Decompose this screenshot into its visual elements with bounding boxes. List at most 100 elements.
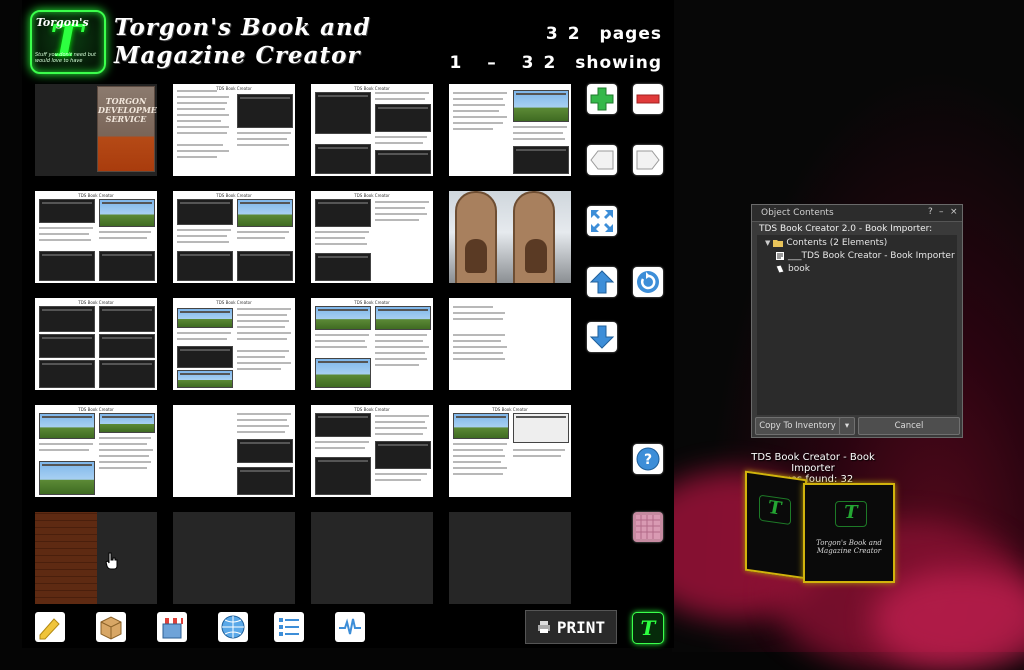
expand-button[interactable] xyxy=(587,206,617,236)
page-thumbnail[interactable]: TDS Book Creator xyxy=(35,405,157,497)
page-thumbnail[interactable]: TDS Book Creator xyxy=(311,84,433,176)
cube-logo: T xyxy=(759,494,791,526)
page-thumbnail[interactable] xyxy=(449,84,571,176)
pencil-icon xyxy=(39,618,60,640)
page-slot-texture[interactable] xyxy=(35,512,157,604)
page-thumbnail-cover[interactable]: TORGON DEVELOPMENT SERVICE xyxy=(35,84,157,176)
page-header: TDS Book Creator xyxy=(354,86,390,91)
dialog-titlebar[interactable]: Object Contents ? – × xyxy=(752,205,962,222)
refresh-button[interactable] xyxy=(633,267,663,297)
pulse-icon xyxy=(339,618,361,635)
print-label: PRINT xyxy=(556,617,606,637)
chevron-down-icon: ▾ xyxy=(844,421,850,431)
cube-title-text: Torgon's Book and Magazine Creator xyxy=(816,539,882,555)
page-thumbnail-photo[interactable] xyxy=(449,191,571,283)
list-icon xyxy=(279,618,299,636)
remove-page-button[interactable] xyxy=(633,84,663,114)
pages-count: 32 xyxy=(545,24,590,44)
question-icon: ? xyxy=(636,447,660,471)
svg-text:?: ? xyxy=(644,452,652,468)
printer-icon xyxy=(537,621,550,633)
page-thumbnail[interactable] xyxy=(173,405,295,497)
book-importer-object[interactable]: T T Torgon's Book and Magazine Creator xyxy=(745,470,895,583)
object-contents-dialog: Object Contents ? – × TDS Book Creator 2… xyxy=(751,204,963,438)
cancel-button[interactable]: Cancel xyxy=(858,417,960,435)
texture-icon xyxy=(636,515,660,539)
activity-button[interactable] xyxy=(335,612,365,642)
content-item-label: ___TDS Book Creator - Book Importer xyxy=(788,251,955,261)
copy-options-dropdown[interactable]: ▾ xyxy=(839,417,855,435)
note-button[interactable] xyxy=(35,612,65,642)
page-thumbnail[interactable] xyxy=(449,298,571,390)
torgon-mini-logo[interactable]: T xyxy=(632,612,664,644)
page-thumbnail[interactable]: TDS Book Creator xyxy=(35,191,157,283)
previous-page-button[interactable] xyxy=(587,145,617,175)
dialog-title: Object Contents xyxy=(761,208,834,218)
minus-icon xyxy=(636,94,660,104)
page-header: TDS Book Creator xyxy=(216,300,252,305)
texture-button[interactable] xyxy=(633,512,663,542)
cube-front-face: T Torgon's Book and Magazine Creator xyxy=(803,483,895,583)
page-slot-empty[interactable] xyxy=(311,512,433,604)
page-thumbnail[interactable]: TDS Book Creator xyxy=(173,298,295,390)
page-thumbnail[interactable]: TDS Book Creator xyxy=(173,191,295,283)
notecard-icon xyxy=(775,264,785,274)
object-name: TDS Book Creator 2.0 - Book Importer: xyxy=(759,224,933,234)
arrow-up-icon xyxy=(589,270,615,294)
logo-tagline: Stuff you don't need but would love to h… xyxy=(35,52,96,64)
page-header: TDS Book Creator xyxy=(78,407,114,412)
content-item[interactable]: ___TDS Book Creator - Book Importer xyxy=(775,250,955,262)
add-page-button[interactable] xyxy=(587,84,617,114)
arrow-left-icon xyxy=(590,150,614,170)
folder-label: Contents (2 Elements) xyxy=(786,238,888,248)
page-header: TDS Book Creator xyxy=(78,300,114,305)
print-button[interactable]: PRINT xyxy=(525,610,617,644)
store-icon xyxy=(161,618,183,639)
box-button[interactable] xyxy=(96,612,126,642)
move-up-button[interactable] xyxy=(587,267,617,297)
web-button[interactable] xyxy=(218,612,248,642)
page-header: TDS Book Creator xyxy=(78,193,114,198)
help-icon[interactable]: ? xyxy=(928,207,933,217)
page-counter: 32 pages 1 – 32 showing xyxy=(449,20,662,78)
next-page-button[interactable] xyxy=(633,145,663,175)
minimize-icon[interactable]: – xyxy=(939,207,944,217)
refresh-icon xyxy=(637,271,659,293)
page-header: TDS Book Creator xyxy=(354,407,390,412)
hand-cursor-icon xyxy=(105,552,118,570)
copy-to-inventory-button[interactable]: Copy To Inventory xyxy=(755,417,840,435)
box-icon xyxy=(100,616,122,640)
close-icon[interactable]: × xyxy=(950,207,958,217)
hover-text-line-1: TDS Book Creator - Book Importer xyxy=(751,452,875,474)
expand-triangle-icon: ▼ xyxy=(765,239,771,247)
move-down-button[interactable] xyxy=(587,322,617,352)
page-thumbnail[interactable]: TDS Book Creator xyxy=(311,298,433,390)
arrow-down-icon xyxy=(589,325,615,349)
page-slot-empty[interactable] xyxy=(449,512,571,604)
page-thumbnail[interactable]: TDS Book Creator xyxy=(35,298,157,390)
expand-arrows-icon xyxy=(591,210,613,232)
page-thumbnail[interactable]: TDS Book Creator xyxy=(311,191,433,283)
page-slot-empty[interactable] xyxy=(173,512,295,604)
title-line-2: Magazine Creator xyxy=(114,42,361,69)
torgon-logo: T Torgon's Stuff you don't need but woul… xyxy=(30,10,106,74)
page-thumbnail[interactable]: TDS Book Creator xyxy=(173,84,295,176)
store-button[interactable] xyxy=(157,612,187,642)
contents-folder[interactable]: ▼ Contents (2 Elements) xyxy=(765,237,887,249)
cube-logo: T xyxy=(835,501,867,527)
showing-label: showing xyxy=(575,53,662,73)
book-cover-image: TORGON DEVELOPMENT SERVICE xyxy=(97,86,157,172)
arrow-right-icon xyxy=(636,150,660,170)
hud-title: Torgon's Book and Magazine Creator xyxy=(114,14,414,70)
page-thumbnail[interactable]: TDS Book Creator xyxy=(311,405,433,497)
content-item[interactable]: book xyxy=(775,263,810,275)
list-button[interactable] xyxy=(274,612,304,642)
page-thumbnail[interactable]: TDS Book Creator xyxy=(449,405,571,497)
plus-icon xyxy=(590,87,614,111)
brick-texture xyxy=(35,512,97,604)
contents-tree: ▼ Contents (2 Elements) ___TDS Book Crea… xyxy=(757,235,957,415)
content-item-label: book xyxy=(788,264,810,274)
help-button[interactable]: ? xyxy=(633,444,663,474)
page-header: TDS Book Creator xyxy=(354,193,390,198)
page-header: TDS Book Creator xyxy=(492,407,528,412)
